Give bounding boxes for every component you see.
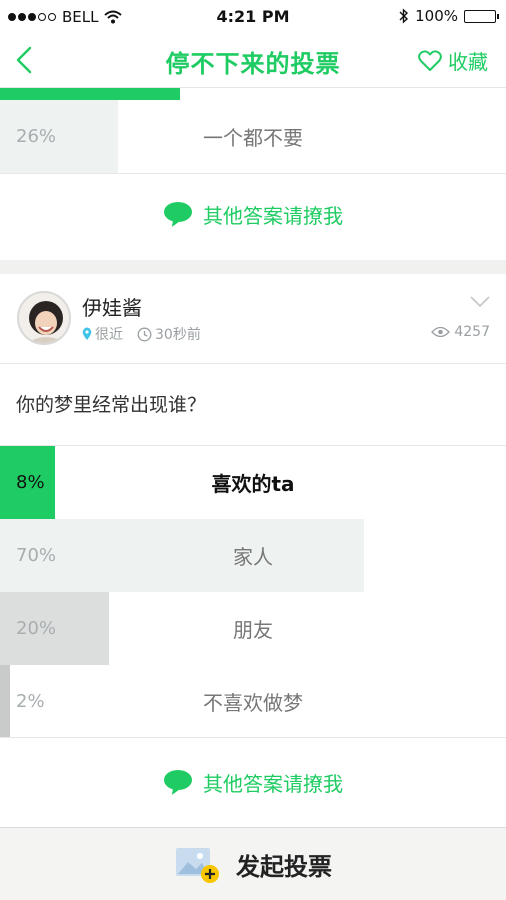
other-answer-label: 其他答案请撩我 — [203, 203, 343, 228]
poll-card-header: 伊娃酱 很近 30秒前 4257 — [0, 274, 506, 364]
launch-poll-button[interactable]: 发起投票 — [0, 827, 506, 900]
option-label: 家人 — [233, 545, 273, 569]
favorite-button[interactable]: 收藏 — [418, 46, 488, 75]
status-right: 100% — [399, 7, 499, 25]
other-answer-button[interactable]: 其他答案请撩我 — [0, 742, 506, 822]
chat-bubble-icon — [164, 202, 192, 227]
poll-option-1[interactable]: 8% 喜欢的ta — [0, 446, 506, 519]
option-label: 喜欢的ta — [211, 472, 295, 496]
divider — [0, 363, 506, 364]
post-meta: 很近 30秒前 — [82, 324, 201, 344]
location-label: 很近 — [95, 327, 123, 343]
battery-percent: 100% — [415, 7, 458, 25]
section-separator — [0, 260, 506, 274]
option-label: 一个都不要 — [203, 126, 303, 150]
other-answer-button[interactable]: 其他答案请撩我 — [0, 174, 506, 254]
poll-option-4[interactable]: 2% 不喜欢做梦 — [0, 665, 506, 738]
nav-bar: 停不下来的投票 收藏 — [0, 34, 506, 88]
view-count-label: 4257 — [454, 324, 490, 340]
previous-poll-option[interactable]: 26% 一个都不要 — [0, 100, 506, 173]
heart-icon — [418, 49, 442, 71]
option-label: 不喜欢做梦 — [203, 691, 303, 715]
poll-question: 你的梦里经常出现谁？ — [16, 394, 207, 416]
divider — [0, 737, 506, 738]
time-item: 30秒前 — [137, 324, 201, 344]
poll-option-3[interactable]: 20% 朋友 — [0, 592, 506, 665]
location-pin-icon — [82, 327, 92, 340]
option-label: 朋友 — [233, 618, 273, 642]
view-count: 4257 — [431, 324, 490, 340]
chat-bubble-icon — [164, 770, 192, 795]
battery-icon — [464, 9, 499, 23]
avatar[interactable] — [17, 291, 71, 345]
add-image-icon — [176, 848, 219, 883]
scroll-progress-bar — [0, 88, 180, 100]
launch-poll-label: 发起投票 — [236, 852, 332, 881]
favorite-label: 收藏 — [448, 50, 488, 74]
other-answer-label: 其他答案请撩我 — [203, 771, 343, 796]
clock-icon — [137, 327, 152, 341]
chevron-down-icon[interactable] — [470, 296, 490, 308]
location-item: 很近 — [82, 324, 123, 344]
author-name[interactable]: 伊娃酱 — [82, 292, 142, 321]
time-ago-label: 30秒前 — [155, 327, 201, 343]
status-bar: BELL 4:21 PM 100% — [0, 0, 506, 34]
poll-option-2[interactable]: 70% 家人 — [0, 519, 506, 592]
eye-icon — [431, 326, 451, 338]
bluetooth-icon — [399, 8, 409, 24]
